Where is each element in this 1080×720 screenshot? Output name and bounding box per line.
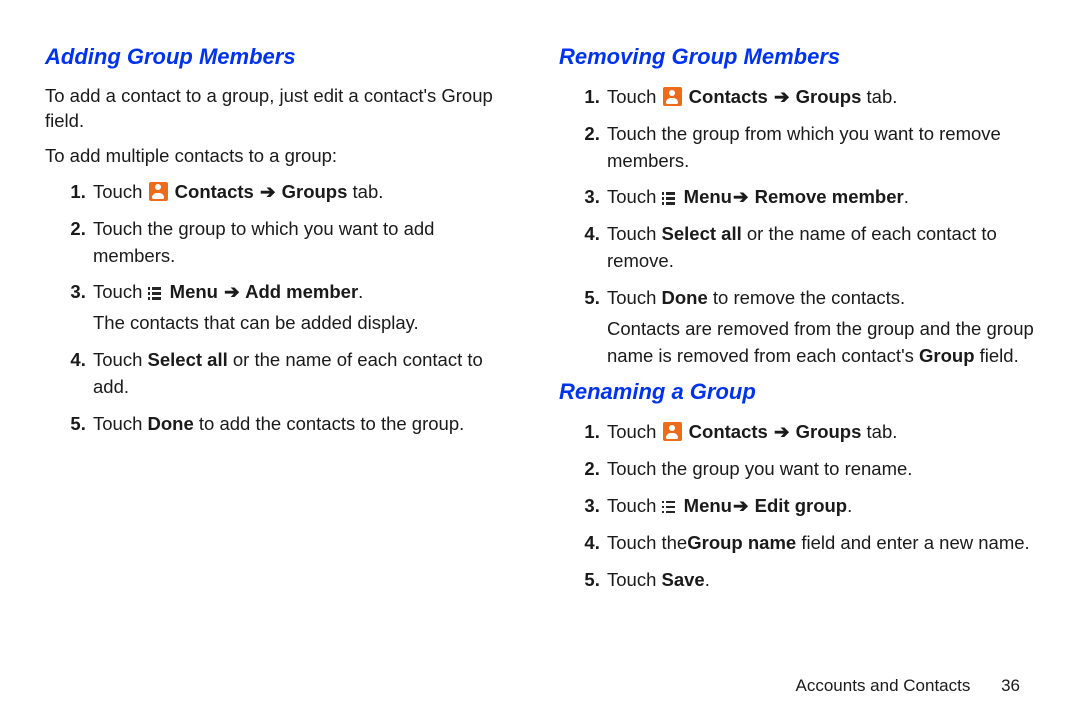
adding-steps: Touch Contacts ➔ Groups tab. Touch the g… (45, 179, 521, 438)
list-item: Touch Select all or the name of each con… (605, 221, 1035, 275)
list-item: Touch Done to add the contacts to the gr… (91, 411, 521, 438)
menu-icon (663, 191, 678, 205)
right-column: Removing Group Members Touch Contacts ➔ … (559, 44, 1035, 720)
left-column: Adding Group Members To add a contact to… (45, 44, 521, 720)
list-item: Touch Menu ➔ Add member. The contacts th… (91, 279, 521, 337)
arrow-icon: ➔ (733, 495, 749, 516)
menu-icon (149, 286, 164, 300)
menu-icon (663, 500, 678, 514)
page-footer: Accounts and Contacts 36 (796, 676, 1020, 696)
list-item: Touch Contacts ➔ Groups tab. (605, 419, 1035, 446)
list-item: Touch Contacts ➔ Groups tab. (605, 84, 1035, 111)
page-number: 36 (1001, 676, 1020, 696)
arrow-icon: ➔ (224, 281, 240, 302)
list-item: Touch theGroup name field and enter a ne… (605, 530, 1035, 557)
list-item: Touch Menu➔ Edit group. (605, 493, 1035, 520)
list-item: Touch Done to remove the contacts. Conta… (605, 285, 1035, 369)
intro-text-2: To add multiple contacts to a group: (45, 144, 521, 169)
list-item: Touch the group from which you want to r… (605, 121, 1035, 175)
contacts-icon (149, 182, 168, 201)
list-item: Touch the group you want to rename. (605, 456, 1035, 483)
contacts-icon (663, 422, 682, 441)
heading-adding-group-members: Adding Group Members (45, 44, 521, 70)
arrow-icon: ➔ (774, 421, 790, 442)
list-subtext: Contacts are removed from the group and … (607, 316, 1035, 370)
list-item: Touch the group to which you want to add… (91, 216, 521, 270)
arrow-icon: ➔ (733, 186, 749, 207)
heading-removing-group-members: Removing Group Members (559, 44, 1035, 70)
list-item: Touch Menu➔ Remove member. (605, 184, 1035, 211)
list-item: Touch Contacts ➔ Groups tab. (91, 179, 521, 206)
list-item: Touch Save. (605, 567, 1035, 594)
list-subtext: The contacts that can be added display. (93, 310, 521, 337)
contacts-icon (663, 87, 682, 106)
intro-text-1: To add a contact to a group, just edit a… (45, 84, 521, 134)
arrow-icon: ➔ (774, 86, 790, 107)
removing-steps: Touch Contacts ➔ Groups tab. Touch the g… (559, 84, 1035, 369)
footer-section-label: Accounts and Contacts (796, 676, 971, 695)
arrow-icon: ➔ (260, 181, 276, 202)
renaming-steps: Touch Contacts ➔ Groups tab. Touch the g… (559, 419, 1035, 593)
heading-renaming-a-group: Renaming a Group (559, 379, 1035, 405)
list-item: Touch Select all or the name of each con… (91, 347, 521, 401)
